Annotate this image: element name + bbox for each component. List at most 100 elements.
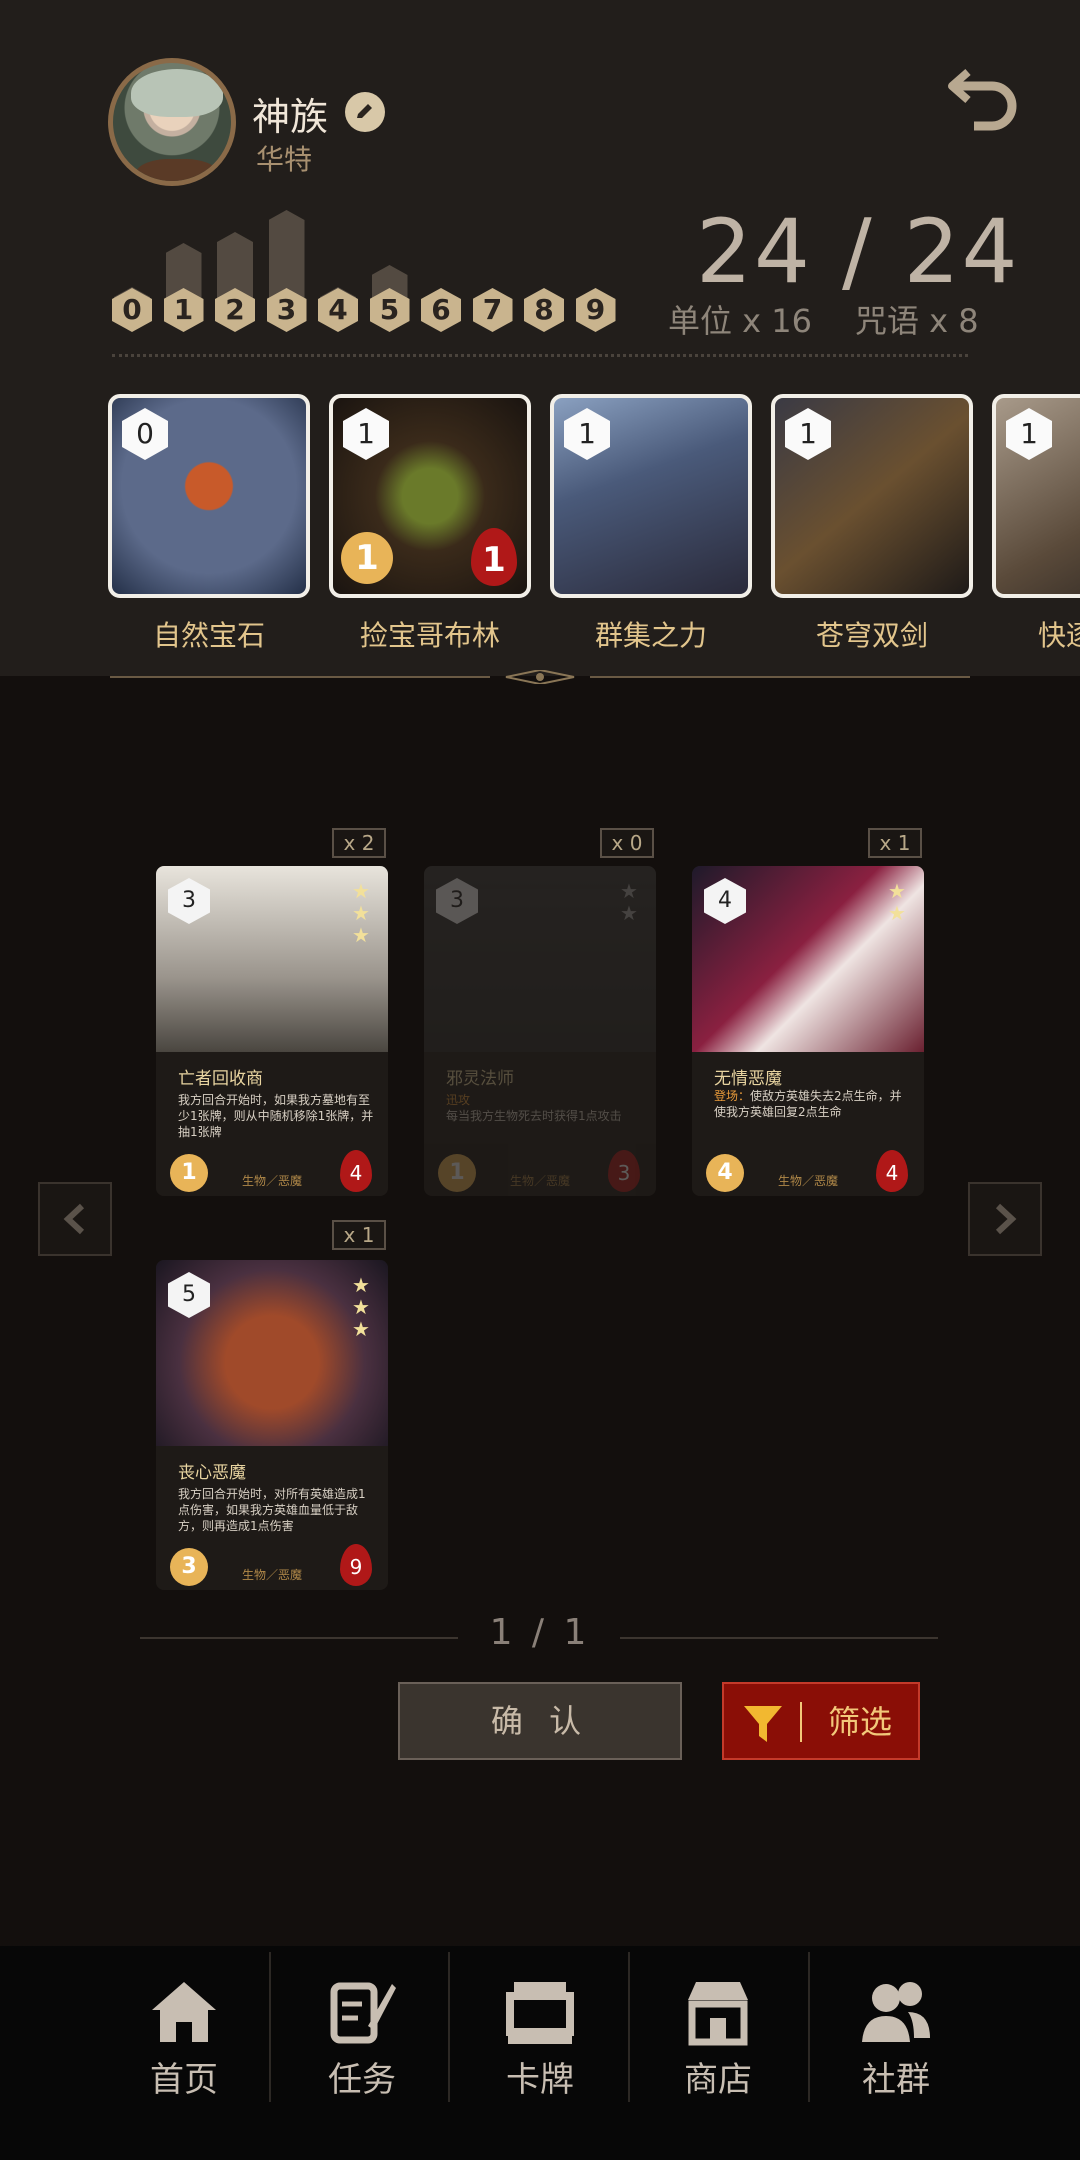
- card-type: 生物／恶魔: [242, 1174, 303, 1188]
- back-icon[interactable]: [946, 58, 1022, 134]
- card-cost: 0: [122, 408, 168, 460]
- cost-label: 1: [173, 293, 194, 326]
- health-icon: 4: [340, 1150, 372, 1192]
- deck-card[interactable]: 1 1 1 捡宝哥布林: [329, 394, 531, 654]
- cost-label: 5: [379, 293, 400, 326]
- card-cost: 1: [343, 408, 389, 460]
- nav-community[interactable]: 社群: [806, 1946, 986, 2160]
- curve-column-4: 4: [318, 287, 358, 332]
- attack-icon: 4: [706, 1154, 744, 1192]
- deck-card[interactable]: 1 苍穹双剑: [771, 394, 973, 654]
- chevron-right-icon: [995, 1203, 1017, 1235]
- card-keyword: 迅攻: [446, 1093, 471, 1107]
- collection-card[interactable]: 3 ★ ★ 邪灵法师 迅攻 每当我方生物死去时获得1点攻击 1 生物／恶魔 3: [424, 866, 656, 1196]
- health-icon: 4: [876, 1150, 908, 1192]
- nav-shop[interactable]: 商店: [628, 1946, 808, 2160]
- card-description: 我方回合开始时，对所有英雄造成1点伤害，如果我方英雄血量低于敌方，则再造成1点伤…: [178, 1487, 366, 1533]
- collection-card[interactable]: 5 ★ ★ ★ 丧心恶魔 我方回合开始时，对所有英雄造成1点伤害，如果我方英雄血量低…: [156, 1260, 388, 1590]
- attack-icon: 1: [438, 1154, 476, 1192]
- attack-icon: 1: [341, 532, 393, 584]
- funnel-icon: [744, 1706, 782, 1742]
- card-art: 1: [771, 394, 973, 598]
- copies-badge: x 1: [868, 828, 922, 858]
- hero-avatar[interactable]: [108, 58, 236, 186]
- collection-card[interactable]: 4 ★ ★ 无情恶魔 登场：使敌方英雄失去2点生命，并使我方英雄回复2点生命 4 …: [692, 866, 924, 1196]
- filter-separator: [800, 1702, 802, 1742]
- card-description: 登场：使敌方英雄失去2点生命，并使我方英雄回复2点生命: [714, 1088, 910, 1120]
- card-name: 群集之力: [594, 619, 707, 652]
- deck-count: 24 / 24: [696, 200, 1020, 303]
- nav-quest[interactable]: 任务: [272, 1946, 452, 2160]
- pagination-line-right: [620, 1637, 938, 1639]
- copies-badge: x 0: [600, 828, 654, 858]
- card-type: 生物／恶魔: [242, 1568, 303, 1582]
- card-keyword: 登场：: [714, 1089, 751, 1103]
- header-divider: [112, 354, 968, 357]
- card-name: 无情恶魔: [714, 1069, 782, 1089]
- health-icon: 1: [471, 528, 517, 586]
- card-text-box: 丧心恶魔 我方回合开始时，对所有英雄造成1点伤害，如果我方英雄血量低于敌方，则再…: [156, 1446, 388, 1590]
- cost-label: 6: [431, 293, 451, 326]
- cost-label: 4: [328, 293, 348, 326]
- card-name: 邪灵法师: [446, 1069, 514, 1089]
- pagination-line-left: [140, 1637, 458, 1639]
- curve-column-3: 3: [266, 210, 307, 332]
- nav-label: 社群: [862, 2060, 930, 2100]
- curve-column-9: 9: [575, 288, 616, 332]
- deck-card[interactable]: 1 群集之力: [550, 394, 752, 654]
- deck-card-list[interactable]: 0 自然宝石 1 1 1 捡宝哥布林 1 群集之力 1 苍穹双剑 1 快: [0, 394, 1080, 654]
- cost-label: 8: [534, 293, 554, 326]
- deck-card[interactable]: 0 自然宝石: [108, 394, 310, 654]
- attack-icon: 3: [170, 1548, 208, 1586]
- card-text-box: 亡者回收商 我方回合开始时，如果我方墓地有至少1张牌，则从中随机移除1张牌，并抽…: [156, 1052, 388, 1196]
- cost-label: 7: [482, 293, 503, 326]
- mana-curve: 0123456789: [112, 200, 622, 332]
- rarity-stars: ★ ★ ★: [352, 1273, 370, 1341]
- rarity-stars: ★ ★: [620, 879, 638, 925]
- nav-cards[interactable]: 卡牌: [450, 1946, 630, 2160]
- collection-card[interactable]: 3 ★ ★ ★ 亡者回收商 我方回合开始时，如果我方墓地有至少1张牌，则从中随机移除…: [156, 866, 388, 1196]
- filter-button[interactable]: 筛选: [722, 1682, 920, 1760]
- deck-header-panel: 神族 华特 0123456789 24 / 24 单位 x 16 咒语 x 8 …: [0, 0, 1080, 684]
- hero-name: 华特: [256, 143, 313, 176]
- card-text-box: 邪灵法师 迅攻 每当我方生物死去时获得1点攻击 1 生物／恶魔 3: [424, 1052, 656, 1196]
- copies-badge: x 2: [332, 828, 386, 858]
- cost-label: 3: [276, 293, 297, 326]
- attack-icon: 1: [170, 1154, 208, 1192]
- card-cost: 1: [1006, 408, 1052, 460]
- curve-column-8: 8: [524, 288, 564, 332]
- card-dim-overlay: 3 ★ ★ 邪灵法师 迅攻 每当我方生物死去时获得1点攻击 1 生物／恶魔 3: [424, 866, 656, 1196]
- card-description: 我方回合开始时，如果我方墓地有至少1张牌，则从中随机移除1张牌，并抽1张牌: [178, 1093, 374, 1139]
- next-page-button[interactable]: [968, 1182, 1042, 1256]
- spells-count: 咒语 x 8: [855, 302, 979, 340]
- card-description: 迅攻每当我方生物死去时获得1点攻击: [446, 1092, 642, 1124]
- deck-card[interactable]: 1 快逐: [992, 394, 1080, 654]
- cost-label: 2: [225, 293, 245, 326]
- nav-home[interactable]: 首页: [94, 1946, 274, 2160]
- card-name: 丧心恶魔: [178, 1463, 246, 1483]
- card-art: 1 1 1: [329, 394, 531, 598]
- curve-column-1: 1: [163, 243, 204, 332]
- curve-column-7: 7: [472, 288, 513, 332]
- confirm-button[interactable]: 确 认: [398, 1682, 682, 1760]
- copies-badge: x 1: [332, 1220, 386, 1250]
- curve-column-6: 6: [421, 288, 461, 332]
- edit-icon[interactable]: [345, 92, 385, 132]
- nav-label: 商店: [684, 2060, 752, 2100]
- health-icon: 9: [340, 1544, 372, 1586]
- card-type: 生物／恶魔: [510, 1174, 571, 1188]
- cards-icon: [506, 1982, 574, 2044]
- ornament-divider: [110, 670, 970, 684]
- units-count: 单位 x 16: [668, 302, 813, 340]
- card-effect: 每当我方生物死去时获得1点攻击: [446, 1109, 622, 1123]
- curve-column-2: 2: [215, 232, 255, 332]
- cost-label: 0: [122, 293, 142, 326]
- shop-icon: [688, 1982, 748, 2046]
- prev-page-button[interactable]: [38, 1182, 112, 1256]
- quest-icon: [330, 1982, 396, 2044]
- card-type: 生物／恶魔: [778, 1174, 839, 1188]
- card-cost: 1: [785, 408, 831, 460]
- card-name: 捡宝哥布林: [359, 619, 500, 652]
- card-text-box: 无情恶魔 登场：使敌方英雄失去2点生命，并使我方英雄回复2点生命 4 生物／恶魔…: [692, 1052, 924, 1196]
- card-name: 苍穹双剑: [815, 619, 928, 652]
